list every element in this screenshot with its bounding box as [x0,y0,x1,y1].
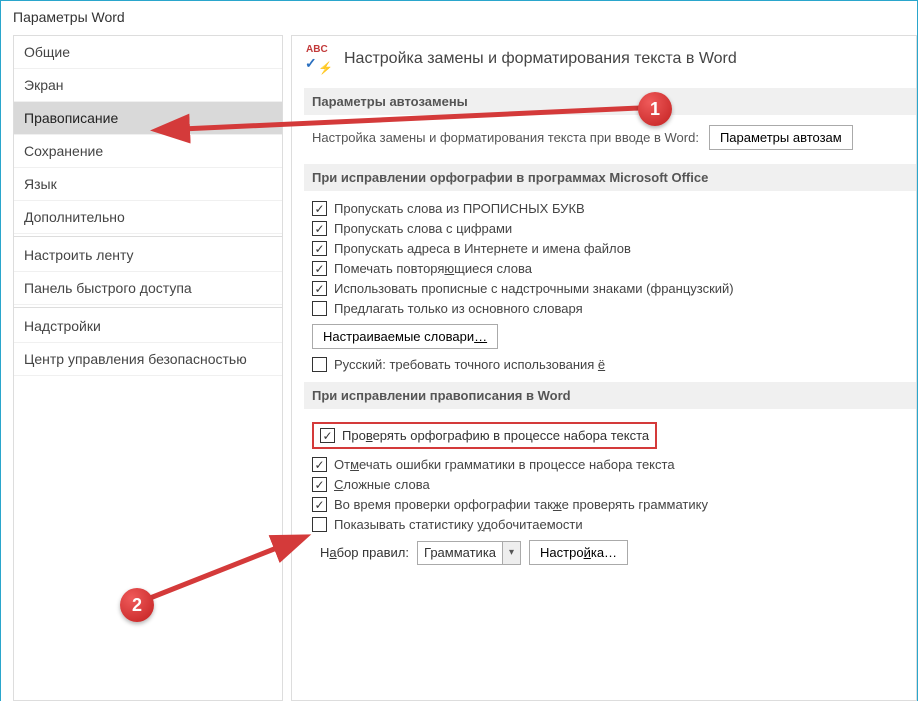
writing-style-select[interactable]: Грамматика ▾ [417,541,521,565]
category-sidebar: Общие Экран Правописание Сохранение Язык… [13,35,283,701]
page-heading-text: Настройка замены и форматирования текста… [344,50,737,68]
custom-dictionaries-button[interactable]: Настраиваемые словари… [312,324,498,349]
sidebar-item-advanced[interactable]: Дополнительно [14,201,282,234]
section-autocorrect-title: Параметры автозамены [304,88,916,115]
page-heading: ABC ✓ ⚡ Настройка замены и форматировани… [304,44,916,74]
opt-label: Пропускать адреса в Интернете и имена фа… [334,241,631,256]
opt-label: Проверять орфографию в процессе набора т… [342,428,649,443]
opt-label: Пропускать слова из ПРОПИСНЫХ БУКВ [334,201,585,216]
opt-ignore-urls: ✓ Пропускать адреса в Интернете и имена … [312,241,916,256]
sidebar-item-general[interactable]: Общие [14,36,282,69]
opt-label: Во время проверки орфографии также прове… [334,497,708,512]
opt-label: Предлагать только из основного словаря [334,301,583,316]
select-value: Грамматика [418,545,502,560]
opt-flag-repeated: ✓ Помечать повторяющиеся слова [312,261,916,276]
sidebar-item-proofing[interactable]: Правописание [14,102,282,135]
opt-label: Показывать статистику удобочитаемости [334,517,583,532]
autocorrect-label: Настройка замены и форматирования текста… [312,130,699,145]
checkbox[interactable]: ✓ [312,201,327,216]
writing-style-label: Набор правил: [320,545,409,560]
opt-label: Сложные слова [334,477,430,492]
writing-style-row: Набор правил: Грамматика ▾ Настройка… [320,540,916,565]
content-panel: ABC ✓ ⚡ Настройка замены и форматировани… [291,35,917,701]
checkbox[interactable]: ✓ [312,281,327,296]
opt-label: Помечать повторяющиеся слова [334,261,532,276]
sidebar-item-display[interactable]: Экран [14,69,282,102]
opt-main-dictionary-only: Предлагать только из основного словаря [312,301,916,316]
sidebar-separator [14,236,282,237]
autocorrect-row: Настройка замены и форматирования текста… [312,125,916,150]
opt-russian-yo: Русский: требовать точного использования… [312,357,916,372]
options-dialog: Параметры Word Общие Экран Правописание … [0,0,918,701]
sidebar-item-save[interactable]: Сохранение [14,135,282,168]
opt-label: Русский: требовать точного использования… [334,357,605,372]
opt-french-accents: ✓ Использовать прописные с надстрочными … [312,281,916,296]
proofing-icon: ABC ✓ ⚡ [304,44,334,74]
opt-grammar-with-spelling: ✓ Во время проверки орфографии также про… [312,497,916,512]
checkbox[interactable] [312,301,327,316]
checkbox[interactable] [312,517,327,532]
dialog-body: Общие Экран Правописание Сохранение Язык… [1,35,917,701]
opt-label: Отмечать ошибки грамматики в процессе на… [334,457,675,472]
opt-complex-words: ✓ Сложные слова [312,477,916,492]
checkbox[interactable]: ✓ [312,497,327,512]
opt-readability-stats: Показывать статистику удобочитаемости [312,517,916,532]
sidebar-item-quick-access[interactable]: Панель быстрого доступа [14,272,282,305]
opt-ignore-numbers: ✓ Пропускать слова с цифрами [312,221,916,236]
sidebar-separator [14,307,282,308]
checkbox[interactable]: ✓ [320,428,335,443]
spell-word-options: ✓ Проверять орфографию в процессе набора… [312,419,916,565]
dialog-title: Параметры Word [1,1,917,35]
opt-ignore-uppercase: ✓ Пропускать слова из ПРОПИСНЫХ БУКВ [312,201,916,216]
spell-office-options: ✓ Пропускать слова из ПРОПИСНЫХ БУКВ ✓ П… [312,201,916,372]
autocorrect-options-button[interactable]: Параметры автозам [709,125,853,150]
checkbox[interactable]: ✓ [312,261,327,276]
opt-label: Использовать прописные с надстрочными зн… [334,281,734,296]
chevron-down-icon: ▾ [502,542,520,564]
writing-style-settings-button[interactable]: Настройка… [529,540,628,565]
sidebar-item-language[interactable]: Язык [14,168,282,201]
section-spell-word-title: При исправлении правописания в Word [304,382,916,409]
opt-check-spelling-highlight: ✓ Проверять орфографию в процессе набора… [312,422,657,449]
checkbox[interactable]: ✓ [312,457,327,472]
opt-check-grammar: ✓ Отмечать ошибки грамматики в процессе … [312,457,916,472]
sidebar-item-customize-ribbon[interactable]: Настроить ленту [14,239,282,272]
checkbox[interactable]: ✓ [312,241,327,256]
section-spell-office-title: При исправлении орфографии в программах … [304,164,916,191]
opt-label: Пропускать слова с цифрами [334,221,512,236]
sidebar-item-addins[interactable]: Надстройки [14,310,282,343]
checkbox[interactable] [312,357,327,372]
checkbox[interactable]: ✓ [312,221,327,236]
checkbox[interactable]: ✓ [312,477,327,492]
sidebar-item-trust-center[interactable]: Центр управления безопасностью [14,343,282,376]
